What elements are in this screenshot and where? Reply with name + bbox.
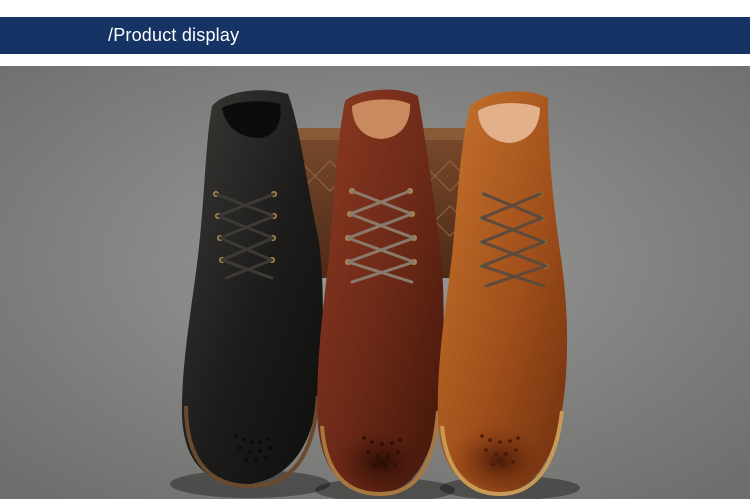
section-banner: /Product display [0, 17, 750, 54]
banner-title: /Product display [108, 25, 240, 45]
product-photo [0, 66, 750, 499]
header: /Product display [0, 0, 750, 66]
